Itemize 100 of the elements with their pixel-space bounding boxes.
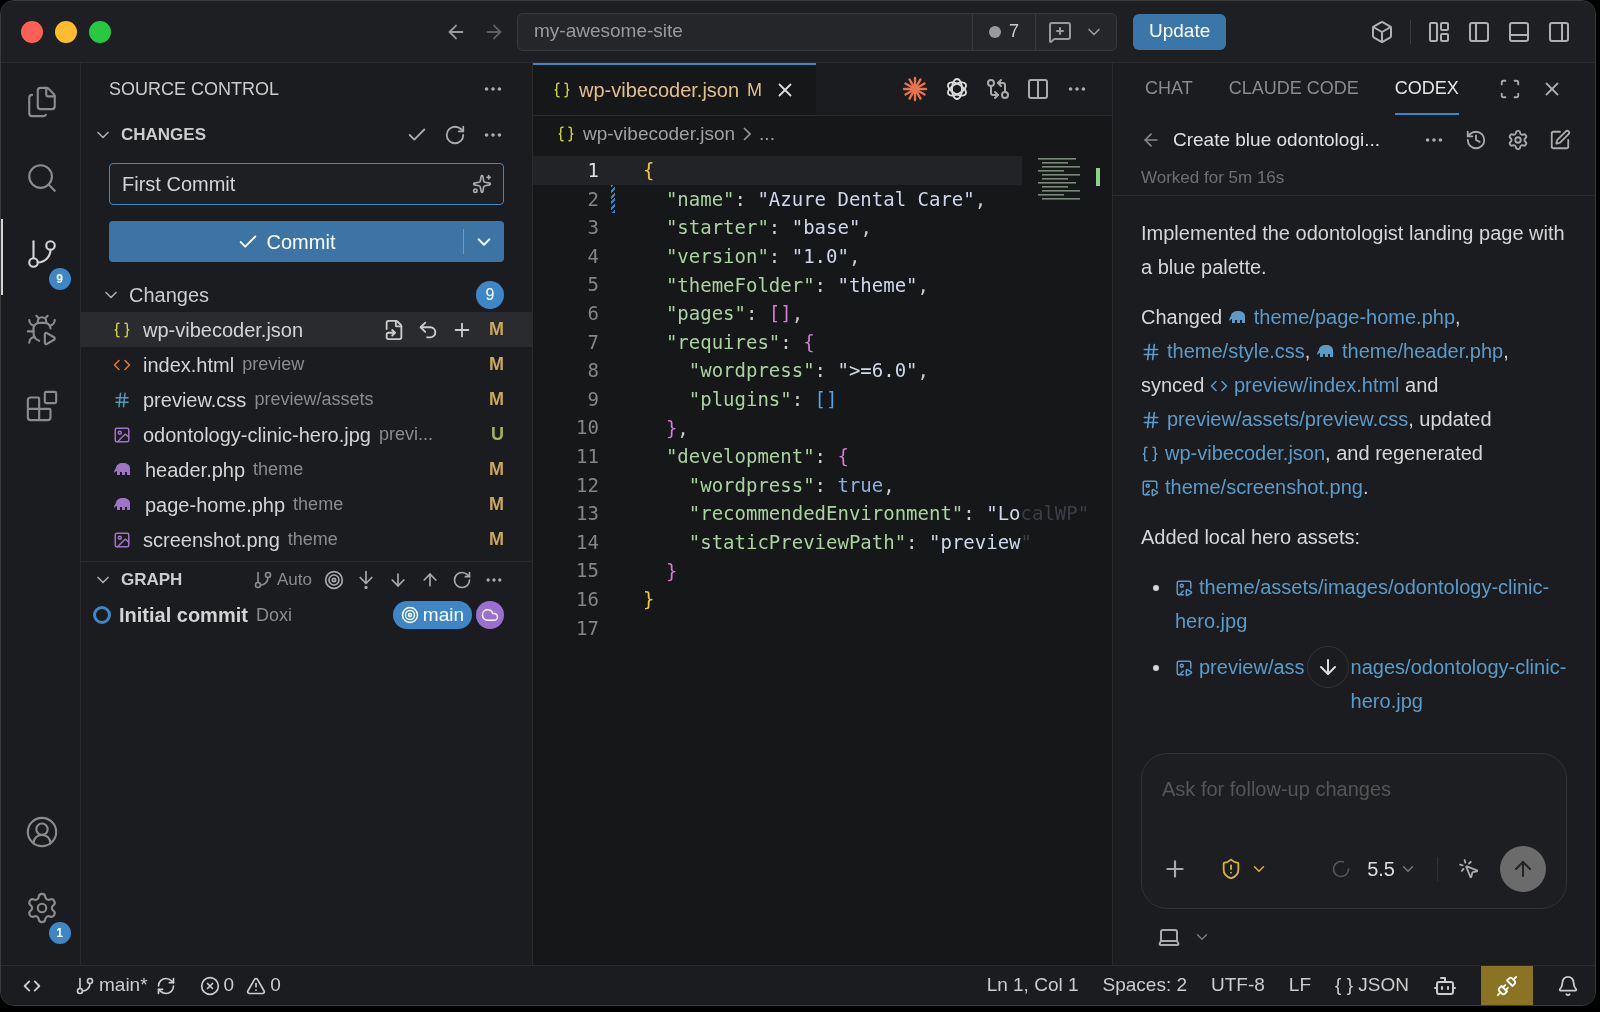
indentation[interactable]: Spaces: 2 <box>1102 971 1188 1000</box>
file-link[interactable]: theme/screenshot.png <box>1141 475 1363 498</box>
file-row[interactable]: preview.css preview/assets M <box>81 382 532 417</box>
unplug-icon[interactable] <box>1481 966 1533 1005</box>
cube-icon[interactable] <box>1370 19 1394 44</box>
history-icon[interactable] <box>1465 129 1487 151</box>
code-line: "staticPreviewPath": "preview" <box>687 530 1032 555</box>
file-row[interactable]: odontology-clinic-hero.jpg previ... U <box>81 417 532 452</box>
settings-icon[interactable] <box>1507 129 1529 151</box>
sync-icon[interactable] <box>155 975 176 996</box>
commit-author: Doxi <box>255 603 292 627</box>
new-chat-icon[interactable] <box>1549 129 1571 151</box>
file-row[interactable]: index.html preview M <box>81 347 532 382</box>
code-line: "name": "Azure Dental Care", <box>664 186 987 212</box>
bottom-panel-icon[interactable] <box>1507 19 1531 44</box>
update-button[interactable]: Update <box>1133 13 1227 50</box>
target-icon <box>400 606 419 624</box>
zoom-window-button[interactable] <box>89 20 111 43</box>
follow-up-input[interactable]: Ask for follow-up changes <box>1162 774 1546 804</box>
close-window-button[interactable] <box>21 20 43 43</box>
fetch-icon[interactable] <box>356 569 376 590</box>
line-number: 10 <box>575 415 599 441</box>
open-file-icon[interactable] <box>383 318 405 341</box>
section-title[interactable]: GRAPH <box>121 566 183 593</box>
minimize-window-button[interactable] <box>55 20 77 43</box>
blocks-icon[interactable] <box>24 388 59 423</box>
line-ending[interactable]: LF <box>1288 971 1312 1000</box>
breadcrumb-item[interactable]: wp-vibecoder.json <box>583 119 736 149</box>
section-title[interactable]: CHANGES <box>121 122 206 148</box>
bell-icon[interactable] <box>1557 974 1579 997</box>
problems-status[interactable]: 0 0 <box>199 971 281 1000</box>
line-number: 15 <box>575 558 599 584</box>
account-icon[interactable] <box>24 814 59 849</box>
panel-tab[interactable]: CLAUDE CODE <box>1228 63 1359 115</box>
target-icon[interactable] <box>324 569 344 590</box>
right-panel-icon[interactable] <box>1547 19 1571 44</box>
message-paragraph: Changed theme/page-home.php, theme/style.css, theme/header.php, synced preview/index.html and preview/assets/preview.css, updated wp-vibecoder.json, and regenerated theme/screenshot.png. <box>1141 304 1510 500</box>
cursor-position[interactable]: Ln 1, Col 1 <box>986 971 1079 1000</box>
warning-icon <box>246 975 267 996</box>
breadcrumb-item[interactable]: ... <box>759 119 775 149</box>
file-row[interactable]: screenshot.png theme M <box>81 522 532 557</box>
compare-icon[interactable] <box>986 77 1010 101</box>
file-link[interactable]: theme/page-home.php <box>1227 305 1455 328</box>
count-badge: 9 <box>48 267 71 290</box>
left-panel-icon[interactable] <box>1467 19 1491 44</box>
code-line: "starter": "base", <box>664 215 872 241</box>
branch-status[interactable]: main* <box>75 971 148 1000</box>
file-path: theme <box>253 458 304 481</box>
file-link[interactable]: theme/assets/images/odontology-clinic-hero.jpg <box>1175 569 1575 638</box>
file-row[interactable]: wp-vibecoder.json M <box>81 312 532 347</box>
line-number: 12 <box>575 472 599 498</box>
send-button[interactable] <box>1500 846 1546 892</box>
file-link[interactable]: nages/odontology-clinic-hero.jpg <box>1350 649 1575 718</box>
panel-tab[interactable]: CODEX <box>1394 63 1459 115</box>
line-number: 6 <box>586 301 599 326</box>
status-letter: M <box>489 458 504 481</box>
refresh-icon[interactable] <box>444 124 466 146</box>
file-link[interactable]: preview/assets/preview.css <box>1141 407 1409 430</box>
starburst-icon[interactable] <box>902 76 928 102</box>
play-bug-icon[interactable] <box>24 312 59 347</box>
editor-tab[interactable]: wp-vibecoder.json M <box>533 63 817 115</box>
file-name: index.html <box>143 352 235 378</box>
commit-row[interactable]: Initial commit Doxi main <box>81 597 532 633</box>
braces-icon <box>553 81 571 99</box>
refresh-icon[interactable] <box>452 569 472 590</box>
file-link[interactable]: preview/ass <box>1175 649 1305 684</box>
model-version[interactable]: 5.5 <box>1367 854 1395 884</box>
worked-duration: Worked for 5m 16s <box>1141 168 1285 187</box>
auto-button[interactable]: Auto <box>253 566 312 593</box>
status-letter: M <box>489 388 504 411</box>
cursor-click-icon[interactable] <box>1458 858 1480 880</box>
code-line: }, <box>664 415 689 441</box>
code-line: "plugins": [] <box>687 387 838 413</box>
modified-letter: M <box>747 78 763 102</box>
command-center[interactable]: my-awesome-site 7 <box>517 12 1117 51</box>
sparkle-icon[interactable] <box>472 174 492 194</box>
shield-alert-icon[interactable] <box>1220 858 1242 880</box>
file-row[interactable]: page-home.php theme M <box>81 487 532 522</box>
code-line: "requires": { <box>664 329 815 355</box>
encoding[interactable]: UTF-8 <box>1211 971 1265 1000</box>
group-label[interactable]: Changes <box>129 280 210 310</box>
image-icon <box>1141 479 1159 498</box>
error-icon <box>199 975 220 996</box>
image-icon <box>1175 659 1193 678</box>
hash-icon <box>1141 342 1161 363</box>
panel-tab[interactable]: CHAT <box>1145 63 1193 115</box>
file-row[interactable]: header.php theme M <box>81 452 532 487</box>
file-link[interactable]: theme/header.php <box>1315 339 1504 362</box>
language-mode[interactable]: { } JSON <box>1335 971 1409 1000</box>
layout-icon[interactable] <box>1427 19 1451 44</box>
commit-message-field[interactable]: First Commit <box>109 163 504 205</box>
maximize-icon[interactable] <box>1499 78 1521 100</box>
file-link[interactable]: preview/index.html <box>1209 373 1400 396</box>
line-number: 11 <box>575 444 599 469</box>
line-number: 16 <box>575 586 599 612</box>
file-link[interactable]: wp-vibecoder.json <box>1141 441 1326 464</box>
count-badge: 1 <box>48 921 71 944</box>
file-link[interactable]: theme/style.css <box>1141 339 1305 362</box>
split-editor-icon[interactable] <box>1026 77 1050 101</box>
chat-sparkle-icon[interactable] <box>1048 19 1072 44</box>
